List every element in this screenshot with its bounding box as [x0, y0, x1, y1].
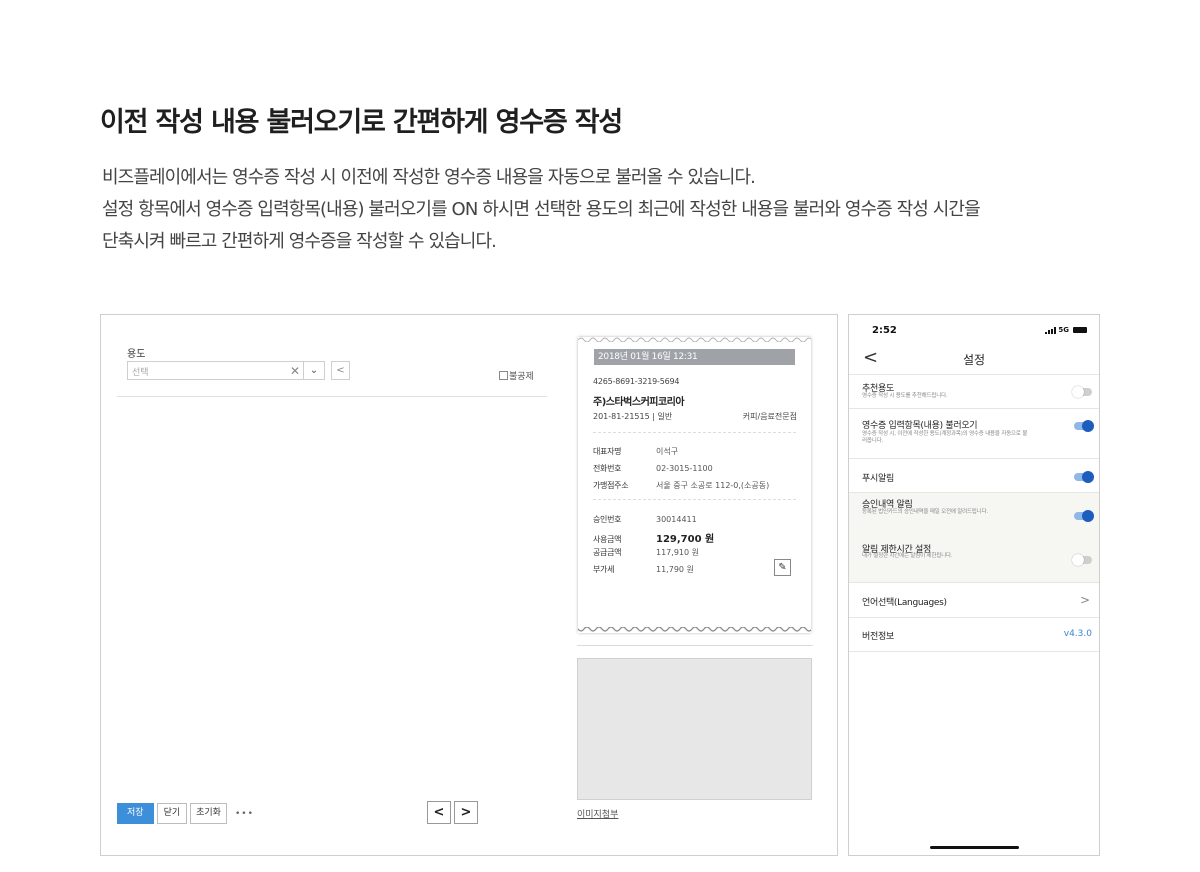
signal-icon [1045, 326, 1057, 334]
field-label: 대표자명 [593, 447, 622, 456]
status-time: 2:52 [872, 325, 897, 336]
receipt-card-number: 4265-8691-3219-5694 [593, 377, 680, 386]
receipt-field-row: 대표자명 이석구 [593, 446, 678, 457]
desktop-receipt-screen: 용도 선택 ✕ ⌄ < 불공제 2018년 01월 16일 12:31 4265… [100, 314, 838, 856]
receipt-edge-bottom [578, 627, 811, 632]
edit-button[interactable]: ✎ [774, 559, 791, 576]
field-label: 가맹점주소 [593, 481, 629, 490]
receipt-edge-top [578, 337, 811, 342]
amount-label: 공급금액 [593, 548, 622, 557]
pencil-icon: ✎ [778, 562, 787, 573]
version-label: 버전정보 [862, 632, 894, 642]
usage-placeholder: 선택 [132, 368, 149, 378]
mobile-settings-screen: 2:52 5G < 설정 추천용도 영수증 작성 시 용도를 추천해드립니다. … [848, 314, 1100, 856]
prev-page-button[interactable]: < [427, 801, 451, 824]
close-button[interactable]: 닫기 [156, 803, 188, 824]
receipt-card: 2018년 01월 16일 12:31 4265-8691-3219-5694 … [578, 337, 811, 633]
amount-value: 117,910 원 [656, 548, 699, 557]
divider [849, 492, 1099, 493]
receipt-amount-row: 사용금액 129,700 원 [593, 530, 714, 545]
setting-subtitle: 영수증 작성 시, 이전에 작성한 용도(계정과목)의 영수증 내용을 자동으로… [862, 431, 1028, 444]
page-title: 설정 [962, 353, 986, 367]
more-options-icon[interactable]: ••• [235, 809, 254, 819]
battery-icon [1073, 327, 1087, 333]
divider [117, 396, 547, 397]
amount-label: 부가세 [593, 565, 615, 574]
toggle-approval-alert[interactable] [1074, 510, 1094, 522]
chevron-right-icon[interactable]: > [1080, 593, 1090, 607]
receipt-divider [593, 432, 796, 433]
setting-title: 영수증 입력항목(내용) 불러오기 [862, 421, 978, 431]
image-attach-link[interactable]: 이미지첨부 [577, 807, 618, 820]
home-indicator[interactable] [930, 846, 1019, 849]
amount-value: 129,700 원 [656, 534, 715, 545]
usage-select[interactable]: 선택 ✕ ⌄ [127, 361, 325, 380]
save-button[interactable]: 저장 [117, 803, 154, 824]
pager: < > [427, 801, 478, 824]
receipt-field-row: 가맹점주소 서울 중구 소공로 112-0,(소공동) [593, 480, 769, 491]
divider [849, 458, 1099, 459]
amount-value: 30014411 [656, 515, 697, 524]
status-bar-icons: 5G [1045, 326, 1087, 334]
divider [849, 582, 1099, 583]
divider [849, 617, 1099, 618]
field-value: 서울 중구 소공로 112-0,(소공동) [656, 481, 770, 490]
receipt-category: 커피/음료전문점 [742, 412, 797, 421]
setting-subtitle: 영수증 작성 시 용도를 추천해드립니다. [862, 393, 948, 399]
usage-label: 용도 [127, 349, 146, 360]
receipt-datetime: 2018년 01월 16일 12:31 [594, 349, 795, 365]
receipt-amount-row: 승인번호 30014411 [593, 514, 697, 525]
toggle-load-receipt-content[interactable] [1074, 420, 1094, 432]
next-page-button[interactable]: > [454, 801, 478, 824]
amount-value: 11,790 원 [656, 565, 694, 574]
page-description: 비즈플레이에서는 영수증 작성 시 이전에 작성한 영수증 내용을 자동으로 불… [102, 162, 981, 258]
toggle-recommend-usage[interactable] [1072, 386, 1092, 398]
receipt-amount-row: 공급금액 117,910 원 [593, 547, 699, 558]
receipt-amount-row: 부가세 11,790 원 [593, 564, 694, 575]
amount-label: 사용금액 [593, 535, 622, 544]
setting-subtitle: 등록된 법인카드의 승인내역을 매일 오전에 알려드립니다. [862, 509, 988, 515]
receipt-divider [593, 499, 796, 500]
share-icon: < [336, 365, 345, 376]
checkbox-icon [499, 371, 508, 380]
setting-subtitle: 내가 설정한 시간에는 알림이 제한됩니다. [862, 553, 953, 559]
amount-label: 승인번호 [593, 515, 622, 524]
network-label: 5G [1058, 326, 1069, 334]
divider [849, 374, 1099, 375]
field-label: 전화번호 [593, 464, 622, 473]
description-line-3: 단축시켜 빠르고 간편하게 영수증을 작성할 수 있습니다. [102, 231, 497, 252]
page-headline: 이전 작성 내용 불러오기로 간편하게 영수증 작성 [100, 107, 623, 138]
receipt-store-name: 주)스타벅스커피코리아 [593, 397, 685, 408]
description-line-2: 설정 항목에서 영수증 입력항목(내용) 불러오기를 ON 하시면 선택한 용도… [102, 199, 981, 220]
image-preview-area[interactable] [577, 658, 812, 800]
receipt-field-row: 전화번호 02-3015-1100 [593, 463, 713, 474]
toggle-alert-time-limit[interactable] [1072, 554, 1092, 566]
nondeductible-label: 불공제 [509, 372, 534, 382]
version-value[interactable]: v4.3.0 [1064, 629, 1092, 639]
description-line-1: 비즈플레이에서는 영수증 작성 시 이전에 작성한 영수증 내용을 자동으로 불… [102, 167, 756, 188]
divider [849, 651, 1099, 652]
field-value: 이석구 [656, 447, 679, 456]
nondeductible-checkbox[interactable]: 불공제 [499, 369, 534, 382]
field-value: 02-3015-1100 [656, 464, 713, 473]
divider [849, 408, 1099, 409]
divider [577, 645, 813, 646]
language-setting[interactable]: 언어선택(Languages) [862, 595, 947, 608]
clear-icon[interactable]: ✕ [290, 363, 300, 379]
chevron-down-icon[interactable]: ⌄ [303, 362, 324, 379]
receipt-biz-number: 201-81-21515 | 일반 [593, 412, 673, 421]
action-buttons: 저장 닫기 초기화 ••• [117, 803, 254, 824]
setting-title: 푸시알림 [862, 474, 894, 484]
reset-button[interactable]: 초기화 [190, 803, 227, 824]
toggle-push-notification[interactable] [1074, 471, 1094, 483]
share-button[interactable]: < [331, 361, 350, 380]
